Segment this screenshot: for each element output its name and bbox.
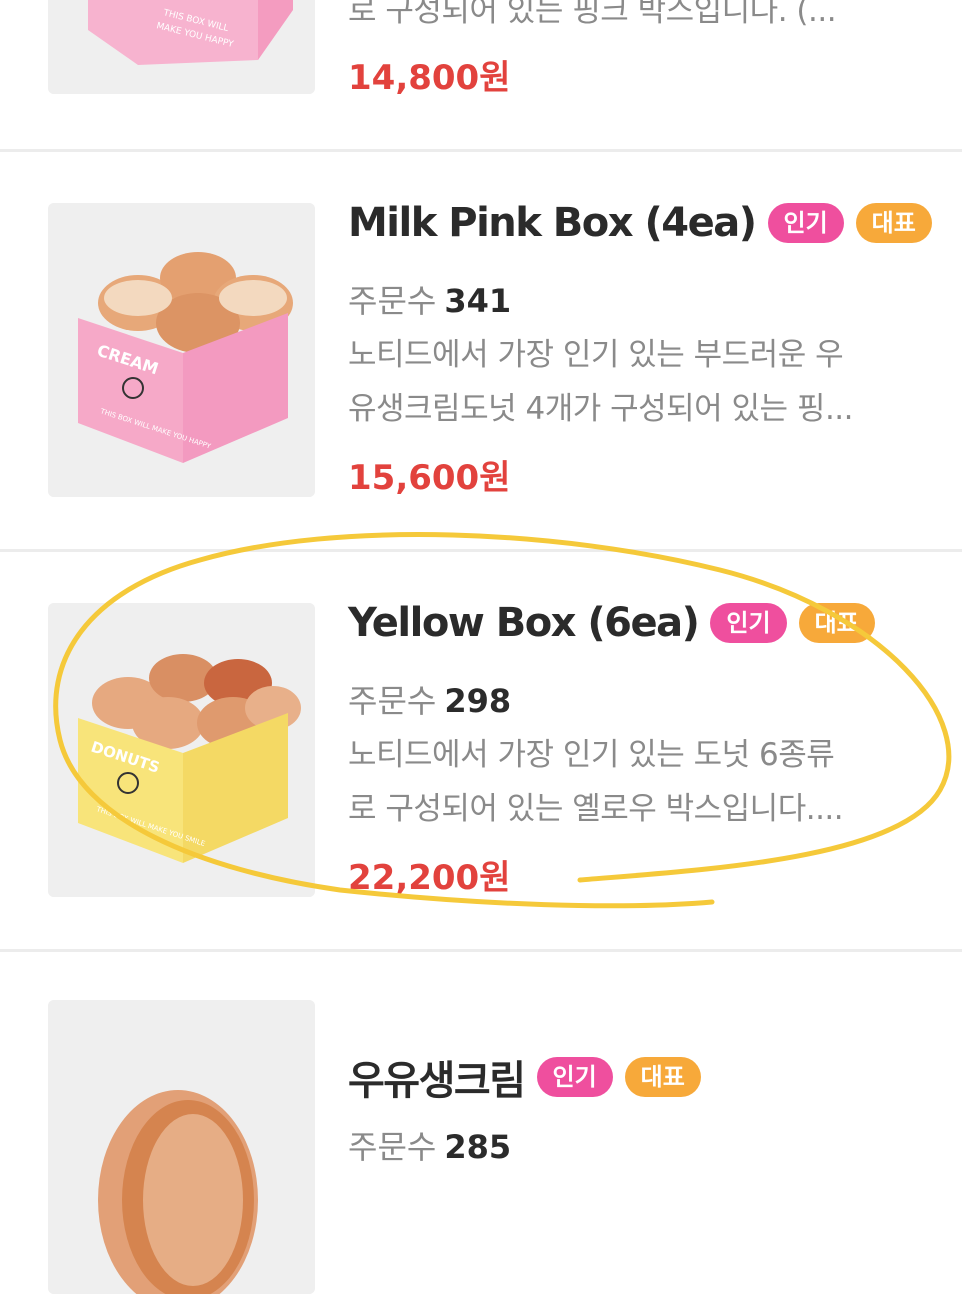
product-title-row: Yellow Box (6ea) 인기 대표 (348, 600, 942, 646)
product-title: 우유생크림 (348, 1058, 526, 1104)
product-image-milk-pink-box[interactable]: CREAM THIS BOX WILL MAKE YOU HAPPY (48, 203, 315, 497)
product-title: Yellow Box (6ea) (348, 600, 700, 646)
pink-box-illustration: THIS BOX WILL MAKE YOU HAPPY (48, 0, 315, 94)
product-item-yellow-box[interactable]: DONUTS THIS BOX WILL MAKE YOU SMILE Yell… (0, 552, 962, 952)
order-count-label: 주문수 (348, 282, 437, 320)
product-price: 22,200원 (348, 858, 511, 898)
badge-popular: 인기 (536, 1057, 613, 1097)
order-count-label: 주문수 (348, 682, 437, 720)
order-count-row: 주문수 285 (348, 1122, 511, 1168)
order-count-row: 주문수 341 (348, 276, 511, 322)
order-count-label: 주문수 (348, 1128, 437, 1166)
product-description: 로 구성되어 있는 핑크 박스입니다. (... (348, 0, 837, 29)
product-title-row: 우유생크림 인기 대표 (348, 1048, 942, 1106)
milk-pink-box-illustration: CREAM THIS BOX WILL MAKE YOU HAPPY (48, 203, 315, 497)
product-description: 노티드에서 가장 인기 있는 도넛 6종류 로 구성되어 있는 옐로우 박스입니… (348, 737, 844, 827)
product-item-pink-box[interactable]: THIS BOX WILL MAKE YOU HAPPY 로 구성되어 있는 핑… (0, 0, 962, 152)
order-count-row: 주문수 298 (348, 676, 511, 722)
product-image-yellow-box[interactable]: DONUTS THIS BOX WILL MAKE YOU SMILE (48, 603, 315, 897)
badge-signature: 대표 (798, 603, 875, 643)
order-count-value: 298 (444, 682, 512, 720)
badge-popular: 인기 (710, 603, 787, 643)
product-image-milk-cream[interactable] (48, 1000, 315, 1294)
product-price: 15,600원 (348, 458, 511, 498)
badge-signature: 대표 (855, 203, 932, 243)
badge-popular: 인기 (767, 203, 844, 243)
yellow-box-illustration: DONUTS THIS BOX WILL MAKE YOU SMILE (48, 603, 315, 897)
order-count-value: 285 (444, 1128, 512, 1166)
product-description: 노티드에서 가장 인기 있는 부드러운 우 유생크림도넛 4개가 구성되어 있는… (348, 337, 854, 427)
product-title-row: Milk Pink Box (4ea) 인기 대표 (348, 200, 942, 246)
product-price: 14,800원 (348, 58, 511, 98)
milk-cream-donut-illustration (48, 1000, 315, 1294)
product-list: THIS BOX WILL MAKE YOU HAPPY 로 구성되어 있는 핑… (0, 0, 962, 1294)
product-item-milk-cream[interactable]: 우유생크림 인기 대표 주문수 285 (0, 952, 962, 1294)
product-image-pink-box[interactable]: THIS BOX WILL MAKE YOU HAPPY (48, 0, 315, 94)
product-title: Milk Pink Box (4ea) (348, 200, 757, 246)
order-count-value: 341 (444, 282, 512, 320)
product-item-milk-pink-box[interactable]: CREAM THIS BOX WILL MAKE YOU HAPPY Milk … (0, 152, 962, 552)
badge-signature: 대표 (624, 1057, 701, 1097)
